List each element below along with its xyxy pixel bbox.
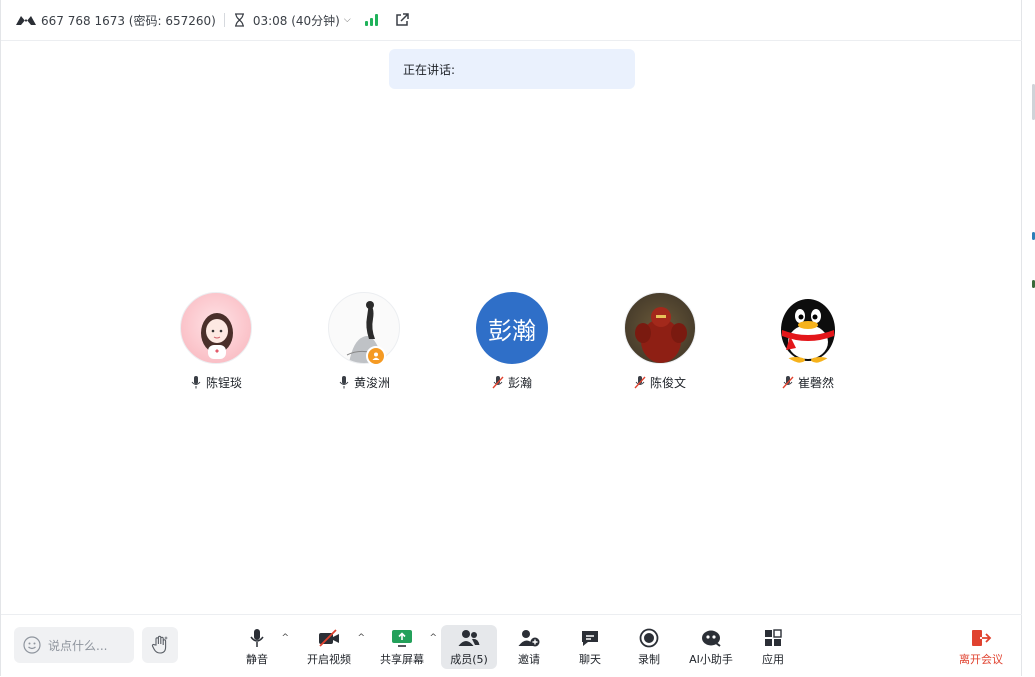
mute-label: 静音 (246, 653, 268, 666)
participant-label: 崔磬然 (748, 374, 868, 391)
participant-name: 彭瀚 (507, 376, 532, 390)
chat-label: 聊天 (579, 653, 601, 666)
chat-button[interactable]: 聊天 (572, 625, 608, 669)
speaking-label: 正在讲话: (403, 62, 456, 77)
microphone-muted-icon (634, 376, 646, 389)
record-label: 录制 (638, 653, 660, 666)
apps-button[interactable]: 应用 (755, 625, 791, 669)
participant-label: 陈锃琰 (156, 374, 276, 391)
meeting-window: 667 768 1673 (密码: 657260) 03:08 (40分钟) ⌵… (0, 0, 1023, 677)
ai-assistant-icon (700, 628, 722, 648)
invite-label: 邀请 (518, 653, 540, 666)
chat-icon (579, 628, 601, 648)
avatar: 彭瀚 (476, 292, 548, 364)
add-user-icon (518, 628, 540, 648)
participant-label: 黄浚洲 (304, 374, 424, 391)
host-badge-icon (366, 346, 386, 366)
quick-chat-input[interactable]: 说点什么... (14, 627, 134, 663)
avatar (328, 292, 400, 366)
ai-assistant-button[interactable]: AI小助手 (687, 625, 735, 669)
participant-name: 陈俊文 (649, 376, 686, 390)
chat-placeholder: 说点什么... (48, 638, 108, 653)
participant-label: 陈俊文 (600, 374, 720, 391)
share-screen-button[interactable]: 共享屏幕 ^ (379, 625, 437, 669)
participant-tile[interactable]: 崔磬然 (748, 292, 868, 391)
start-video-button[interactable]: 开启视频 ^ (305, 625, 365, 669)
invite-button[interactable]: 邀请 (511, 625, 547, 669)
participant-tile[interactable]: 黄浚洲 (304, 292, 424, 391)
participant-label: 彭瀚 (452, 374, 572, 391)
mute-button[interactable]: 静音 ^ (237, 625, 289, 669)
emoji-icon[interactable] (23, 636, 41, 654)
microphone-muted-icon (782, 376, 794, 389)
apps-label: 应用 (762, 653, 784, 666)
ai-assistant-label: AI小助手 (689, 653, 733, 666)
start-video-label: 开启视频 (307, 653, 351, 666)
participant-tile[interactable]: 陈俊文 (600, 292, 720, 391)
divider (223, 13, 225, 27)
avatar (180, 292, 252, 364)
exit-icon (970, 628, 992, 648)
video-off-icon (318, 628, 340, 648)
hourglass-icon (233, 12, 247, 28)
microphone-icon (190, 376, 202, 389)
top-bar: 667 768 1673 (密码: 657260) 03:08 (40分钟) ⌵ (1, 0, 1023, 41)
record-button[interactable]: 录制 (633, 625, 665, 669)
leave-meeting-label: 离开会议 (959, 653, 1003, 666)
chevron-up-icon[interactable]: ^ (357, 633, 365, 643)
tencent-meeting-logo-icon (15, 13, 37, 27)
participant-tile[interactable]: 彭瀚 彭瀚 (452, 292, 572, 391)
raise-hand-icon (151, 635, 168, 654)
side-panel-edge (1022, 0, 1035, 676)
participant-name: 黄浚洲 (353, 376, 390, 390)
meeting-timer[interactable]: 03:08 (40分钟) (253, 12, 340, 29)
microphone-icon (338, 376, 350, 389)
signal-strength-icon[interactable] (364, 14, 378, 26)
avatar (624, 292, 696, 364)
members-button[interactable]: 成员(5) (441, 625, 497, 669)
participant-tile[interactable]: 陈锃琰 (156, 292, 276, 391)
raise-hand-button[interactable] (142, 627, 178, 663)
participant-name: 崔磬然 (797, 376, 834, 390)
avatar (772, 292, 844, 364)
chevron-up-icon[interactable]: ^ (281, 633, 289, 643)
share-screen-icon (391, 628, 413, 648)
participant-name: 陈锃琰 (205, 376, 242, 390)
avatar-initials: 彭瀚 (488, 316, 536, 345)
share-screen-label: 共享屏幕 (380, 653, 424, 666)
microphone-icon (246, 628, 268, 648)
microphone-muted-icon (492, 376, 504, 389)
apps-grid-icon (762, 628, 784, 648)
record-icon (638, 628, 660, 648)
members-label: 成员(5) (450, 653, 488, 666)
members-icon (458, 628, 480, 648)
leave-meeting-button[interactable]: 离开会议 (953, 625, 1009, 669)
external-link-icon[interactable] (394, 12, 410, 28)
bottom-toolbar: 说点什么... 静音 ^ 开启视频 ^ 共享屏幕 ^ 成员(5) 邀请 聊天 录… (1, 614, 1023, 677)
meeting-id[interactable]: 667 768 1673 (密码: 657260) (41, 12, 216, 29)
chevron-down-icon[interactable]: ⌵ (344, 15, 351, 25)
chevron-up-icon[interactable]: ^ (429, 633, 437, 643)
speaking-indicator: 正在讲话: (389, 49, 635, 89)
